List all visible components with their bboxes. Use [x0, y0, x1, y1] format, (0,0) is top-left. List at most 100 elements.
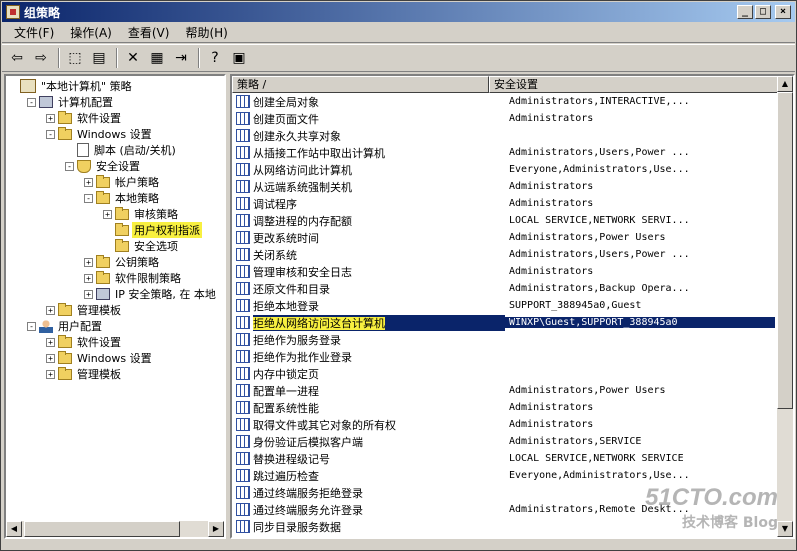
menu-view[interactable]: 查看(V) [120, 24, 178, 41]
expand-icon[interactable]: + [103, 209, 112, 219]
close-button[interactable]: × [775, 5, 791, 19]
tree-item[interactable]: + 软件限制策略 [84, 270, 183, 286]
table-row[interactable]: 身份验证后模拟客户端 Administrators,SERVICE [232, 433, 777, 450]
menu-help[interactable]: 帮助(H) [177, 24, 235, 41]
expand-icon[interactable]: + [46, 369, 55, 379]
tree-item[interactable]: + 审核策略 [103, 206, 180, 222]
tree-pane[interactable]: "本地计算机" 策略 - 计算机配置 + 软件设置 - Windows 设置 脚本 (启动/关… [4, 74, 226, 539]
table-row[interactable]: 替换进程级记号 LOCAL SERVICE,NETWORK SERVICE [232, 450, 777, 467]
tree-item[interactable]: - 安全设置 [65, 158, 142, 174]
tree-horizontal-scrollbar[interactable]: ◀ ▶ [6, 521, 224, 537]
group-policy-window: 组策略 _ □ × 文件(F) 操作(A) 查看(V) 帮助(H) ⇦ ⇨ ⬚ … [0, 0, 797, 551]
title-bar[interactable]: 组策略 _ □ × [2, 2, 795, 22]
expand-icon[interactable]: + [46, 353, 55, 363]
column-header-security-setting[interactable]: 安全设置 [489, 76, 779, 93]
menu-file[interactable]: 文件(F) [6, 24, 62, 41]
tree-item[interactable]: 用户权利指派 [103, 222, 202, 238]
tree-item[interactable]: - Windows 设置 [46, 126, 154, 142]
tree-item[interactable]: 安全选项 [103, 238, 180, 254]
table-row[interactable]: 从网络访问此计算机 Everyone,Administrators,Use... [232, 161, 777, 178]
table-row[interactable]: 配置单一进程 Administrators,Power Users [232, 382, 777, 399]
menu-action[interactable]: 操作(A) [62, 24, 120, 41]
delete-button[interactable]: ✕ [122, 47, 144, 69]
table-row[interactable]: 修改固件环境值 Administrators [232, 535, 777, 537]
maximize-button[interactable]: □ [755, 5, 771, 19]
expand-icon[interactable]: + [46, 113, 55, 123]
table-row[interactable]: 从远端系统强制关机 Administrators [232, 178, 777, 195]
expand-icon[interactable]: + [46, 337, 55, 347]
properties-button[interactable]: ▦ [146, 47, 168, 69]
column-header-policy[interactable]: 策略 / [232, 76, 489, 93]
expand-icon[interactable]: + [84, 273, 93, 283]
tree-item[interactable]: - 本地策略 [84, 190, 161, 206]
scroll-thumb[interactable] [24, 521, 180, 537]
tree-item[interactable]: + 管理模板 [46, 302, 123, 318]
table-row[interactable]: 取得文件或其它对象的所有权 Administrators [232, 416, 777, 433]
table-row[interactable]: 还原文件和目录 Administrators,Backup Opera... [232, 280, 777, 297]
table-row[interactable]: 调整进程的内存配额 LOCAL SERVICE,NETWORK SERVI... [232, 212, 777, 229]
table-row[interactable]: 更改系统时间 Administrators,Power Users [232, 229, 777, 246]
show-hide-tree-button[interactable]: ▤ [88, 47, 110, 69]
collapse-icon[interactable]: - [84, 193, 93, 203]
table-row[interactable]: 拒绝本地登录 SUPPORT_388945a0,Guest [232, 297, 777, 314]
expand-icon[interactable]: + [84, 177, 93, 187]
tree-item[interactable]: - 用户配置 [27, 318, 104, 334]
policy-name: 配置系统性能 [253, 401, 319, 415]
table-row[interactable]: 创建全局对象 Administrators,INTERACTIVE,... [232, 93, 777, 110]
scroll-left-button[interactable]: ◀ [6, 521, 22, 537]
policy-setting-icon [236, 112, 250, 125]
table-row[interactable]: 内存中锁定页 [232, 365, 777, 382]
collapse-icon[interactable]: - [27, 321, 36, 331]
collapse-icon[interactable]: - [46, 129, 55, 139]
collapse-icon[interactable]: - [27, 97, 36, 107]
tree-item[interactable]: + 管理模板 [46, 366, 123, 382]
tree-item[interactable]: + Windows 设置 [46, 350, 154, 366]
help-button[interactable]: ? [204, 47, 226, 69]
table-row[interactable]: 创建永久共享对象 [232, 127, 777, 144]
tree-item[interactable]: + 软件设置 [46, 334, 123, 350]
mmc-button[interactable]: ▣ [228, 47, 250, 69]
tree-item[interactable]: + IP 安全策略, 在 本地 [84, 286, 218, 302]
folder-icon [58, 334, 72, 348]
scroll-up-button[interactable]: ▲ [777, 76, 793, 92]
table-row[interactable]: 从插接工作站中取出计算机 Administrators,Users,Power .… [232, 144, 777, 161]
policy-name-cell: 调试程序 [253, 196, 505, 212]
list-vertical-scrollbar[interactable]: ▲ ▼ [777, 76, 793, 537]
policy-list-pane[interactable]: 策略 / 安全设置 创建全局对象 Administrators,INTERACTI… [230, 74, 795, 539]
policy-name-cell: 内存中锁定页 [253, 366, 505, 382]
expand-icon[interactable]: + [84, 289, 93, 299]
table-row[interactable]: 通过终端服务允许登录 Administrators,Remote Deskt... [232, 501, 777, 518]
table-row[interactable]: 拒绝作为服务登录 [232, 331, 777, 348]
expand-icon[interactable]: + [46, 305, 55, 315]
policy-name: 从插接工作站中取出计算机 [253, 146, 385, 160]
table-row[interactable]: 同步目录服务数据 [232, 518, 777, 535]
table-row[interactable]: 管理审核和安全日志 Administrators [232, 263, 777, 280]
menu-bar: 文件(F) 操作(A) 查看(V) 帮助(H) [2, 23, 795, 43]
scroll-thumb[interactable] [777, 92, 793, 409]
tree-item[interactable]: + 帐户策略 [84, 174, 161, 190]
expand-icon[interactable]: + [84, 257, 93, 267]
tree-item[interactable]: + 软件设置 [46, 110, 123, 126]
tree-item[interactable]: 脚本 (启动/关机) [65, 142, 178, 158]
scroll-right-button[interactable]: ▶ [208, 521, 224, 537]
tree-item[interactable]: - 计算机配置 [27, 94, 115, 110]
export-list-button[interactable]: ⇥ [170, 47, 192, 69]
table-row[interactable]: 拒绝作为批作业登录 [232, 348, 777, 365]
collapse-icon[interactable]: - [65, 161, 74, 171]
table-row[interactable]: 关闭系统 Administrators,Users,Power ... [232, 246, 777, 263]
policy-name-cell: 配置单一进程 [253, 383, 505, 399]
table-row[interactable]: 跳过遍历检查 Everyone,Administrators,Use... [232, 467, 777, 484]
table-row[interactable]: 调试程序 Administrators [232, 195, 777, 212]
table-row[interactable]: 创建页面文件 Administrators [232, 110, 777, 127]
scroll-down-button[interactable]: ▼ [777, 521, 793, 537]
tree-item[interactable]: "本地计算机" 策略 [8, 78, 134, 94]
table-row[interactable]: 配置系统性能 Administrators [232, 399, 777, 416]
up-one-level-button[interactable]: ⬚ [64, 47, 86, 69]
window-title: 组策略 [24, 5, 61, 20]
minimize-button[interactable]: _ [737, 5, 753, 19]
table-row[interactable]: 拒绝从网络访问这台计算机 WINXP\Guest,SUPPORT_388945a0 [232, 314, 777, 331]
forward-button[interactable]: ⇨ [30, 47, 52, 69]
table-row[interactable]: 通过终端服务拒绝登录 [232, 484, 777, 501]
back-button[interactable]: ⇦ [6, 47, 28, 69]
tree-item[interactable]: + 公钥策略 [84, 254, 161, 270]
